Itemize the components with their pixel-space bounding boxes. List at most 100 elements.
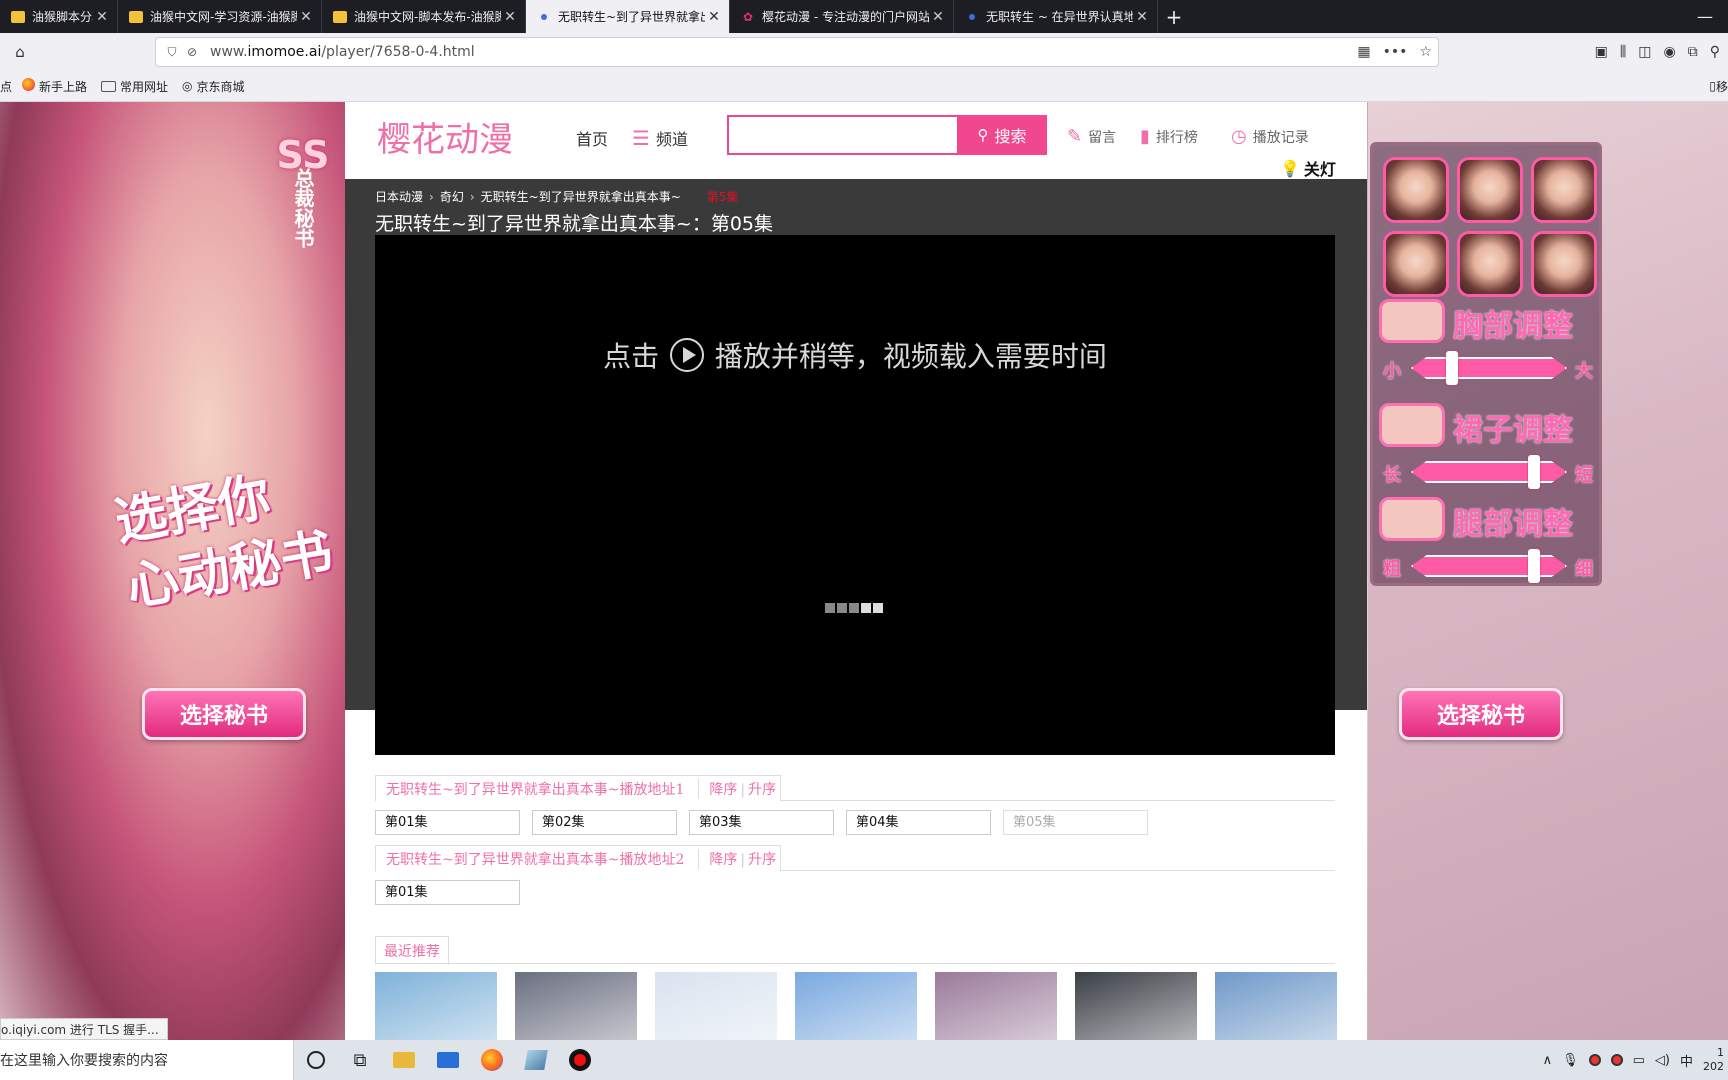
- volume-icon[interactable]: ◁): [1655, 1053, 1670, 1068]
- other-bookmarks[interactable]: ▯ 移: [1709, 71, 1728, 101]
- address-bar[interactable]: ⛉ ⊘ www.imomoe.ai/player/7658-0-4.html ▦…: [155, 37, 1439, 67]
- network-icon[interactable]: ▭: [1633, 1053, 1645, 1068]
- video-player[interactable]: 点击 播放并稍等，视频载入需要时间: [375, 235, 1335, 755]
- clock[interactable]: 1 202: [1703, 1046, 1724, 1074]
- adjuster-track[interactable]: [1411, 357, 1567, 379]
- recorder-icon[interactable]: [558, 1040, 602, 1080]
- left-choose-secretary-button[interactable]: 选择秘书: [142, 688, 306, 740]
- nav-channel-link[interactable]: ☰ 频道: [632, 126, 688, 150]
- avatar-portrait[interactable]: [1531, 157, 1597, 223]
- avatar-portrait[interactable]: [1531, 231, 1597, 297]
- firefox-icon[interactable]: [470, 1040, 514, 1080]
- light-off-button[interactable]: 💡 关灯: [1280, 156, 1336, 180]
- source-tab[interactable]: 无职转生~到了异世界就拿出真本事~播放地址2 降序 | 升序: [375, 845, 782, 872]
- bookmark-item[interactable]: 新手上路: [22, 78, 87, 95]
- avatar-portrait[interactable]: [1383, 157, 1449, 223]
- browser-tab[interactable]: 油猴脚本分享交流✕: [0, 0, 118, 33]
- account-icon[interactable]: ◉: [1664, 44, 1676, 60]
- adjuster-track[interactable]: [1411, 555, 1567, 577]
- recommend-thumbnail[interactable]: [795, 972, 917, 1040]
- bookmark-item[interactable]: ◎ 京东商城: [182, 78, 245, 95]
- url-text[interactable]: www.imomoe.ai/player/7658-0-4.html: [210, 44, 475, 60]
- adjuster-knob[interactable]: [1527, 549, 1540, 583]
- episode-button[interactable]: 第01集: [375, 880, 520, 905]
- avatar-portrait[interactable]: [1383, 231, 1449, 297]
- minimize-window-button[interactable]: —: [1682, 0, 1728, 33]
- ranking-link[interactable]: ▮ 排行榜: [1140, 126, 1198, 147]
- site-logo[interactable]: 樱花动漫: [377, 112, 513, 161]
- episode-button[interactable]: 第02集: [532, 810, 677, 835]
- left-ad-banner[interactable]: SS 总裁秘书 选择你 心动秘书: [0, 102, 345, 1040]
- bookmark-item[interactable]: 点: [0, 78, 12, 95]
- adjuster-knob[interactable]: [1446, 351, 1459, 385]
- recommend-thumbnail[interactable]: [655, 972, 777, 1040]
- recommend-thumbnail[interactable]: [375, 972, 497, 1040]
- yellow-square: [333, 10, 347, 23]
- sort-asc-button[interactable]: 升序: [748, 782, 776, 798]
- task-view-icon[interactable]: ⧉: [338, 1040, 382, 1080]
- episode-button[interactable]: 第05集: [1003, 810, 1148, 835]
- tray-chevron-icon[interactable]: ∧: [1543, 1053, 1553, 1068]
- close-icon[interactable]: ✕: [705, 9, 723, 25]
- sort-desc-button[interactable]: 降序: [709, 782, 737, 798]
- nav-home-link[interactable]: 首页: [576, 126, 608, 150]
- taskbar-search[interactable]: 在这里输入你要搜索的内容: [0, 1040, 294, 1080]
- close-icon[interactable]: ✕: [297, 9, 315, 25]
- adjuster-knob[interactable]: [1527, 455, 1540, 489]
- recommend-thumbnail[interactable]: [515, 972, 637, 1040]
- browser-tab[interactable]: 无职转生 ~ 在异世界认真地活下去✕: [954, 0, 1158, 33]
- avatar-portrait[interactable]: [1457, 157, 1523, 223]
- message-link[interactable]: ✎ 留言: [1067, 126, 1116, 147]
- browser-tab[interactable]: 油猴中文网-脚本发布-油猴脚本✕: [322, 0, 526, 33]
- episode-button[interactable]: 第01集: [375, 810, 520, 835]
- bookmark-item[interactable]: 常用网址: [101, 78, 168, 95]
- breadcrumb-link[interactable]: 奇幻: [440, 188, 464, 205]
- history-link[interactable]: ◷ 播放记录: [1231, 126, 1309, 147]
- breadcrumb-link[interactable]: 无职转生~到了异世界就拿出真本事~: [481, 188, 681, 205]
- ad-game-panel[interactable]: 胸部调整小 大裙子调整长 短腿部调整粗 细: [1370, 142, 1602, 586]
- search-button[interactable]: ⚲ 搜索: [957, 115, 1047, 155]
- qr-code-icon[interactable]: ▦: [1357, 44, 1370, 60]
- recommend-thumbnail[interactable]: [1075, 972, 1197, 1040]
- screenshot-icon[interactable]: ⧉: [1688, 44, 1698, 60]
- episode-button[interactable]: 第03集: [689, 810, 834, 835]
- close-icon[interactable]: ✕: [1133, 9, 1151, 25]
- browser-tab[interactable]: 油猴中文网-学习资源-油猴脚本✕: [118, 0, 322, 33]
- bookmark-star-icon[interactable]: ☆: [1419, 44, 1432, 60]
- record-tray-icon[interactable]: [1588, 1054, 1601, 1066]
- recommend-thumbnail[interactable]: [1215, 972, 1337, 1040]
- mail-icon[interactable]: [426, 1040, 470, 1080]
- adjuster-track[interactable]: [1411, 461, 1567, 483]
- search-input[interactable]: [727, 115, 957, 155]
- shield-icon[interactable]: ⛉: [162, 45, 182, 60]
- ime-indicator[interactable]: 中: [1680, 1051, 1693, 1070]
- permissions-icon[interactable]: ⊘: [182, 45, 202, 59]
- browser-tab[interactable]: ✿ 樱花动漫 - 专注动漫的门户网站 ✕: [730, 0, 954, 33]
- breadcrumb-link[interactable]: 日本动漫: [375, 188, 423, 205]
- cortana-icon[interactable]: [294, 1040, 338, 1080]
- avatar-portrait[interactable]: [1457, 231, 1523, 297]
- source-tab[interactable]: 无职转生~到了异世界就拿出真本事~播放地址1 降序 | 升序: [375, 775, 782, 802]
- episode-button[interactable]: 第04集: [846, 810, 991, 835]
- play-icon[interactable]: [670, 338, 704, 372]
- extension-icon[interactable]: ▣: [1595, 44, 1608, 60]
- sidebar-icon[interactable]: ◫: [1638, 44, 1651, 60]
- recommend-thumbnail[interactable]: [935, 972, 1057, 1040]
- sort-desc-button[interactable]: 降序: [709, 852, 737, 868]
- close-icon[interactable]: ✕: [93, 9, 111, 25]
- record-tray-icon-2[interactable]: [1610, 1054, 1623, 1066]
- home-button[interactable]: ⌂: [4, 37, 36, 67]
- close-icon[interactable]: ✕: [501, 9, 519, 25]
- right-choose-secretary-button[interactable]: 选择秘书: [1399, 688, 1563, 740]
- browser-tab[interactable]: 无职转生~到了异世界就拿出真✕: [526, 0, 730, 33]
- menu-icon[interactable]: ⚲: [1710, 44, 1720, 60]
- new-tab-button[interactable]: +: [1158, 0, 1190, 33]
- close-icon[interactable]: ✕: [929, 9, 947, 25]
- file-explorer-icon[interactable]: [382, 1040, 426, 1080]
- app-icon[interactable]: [514, 1040, 558, 1080]
- recommend-tab[interactable]: 最近推荐: [375, 936, 449, 965]
- page-actions-icon[interactable]: •••: [1383, 44, 1408, 60]
- sort-asc-button[interactable]: 升序: [748, 852, 776, 868]
- library-icon[interactable]: ⫼: [1620, 44, 1626, 60]
- microphone-icon[interactable]: 🎙: [1562, 1053, 1579, 1068]
